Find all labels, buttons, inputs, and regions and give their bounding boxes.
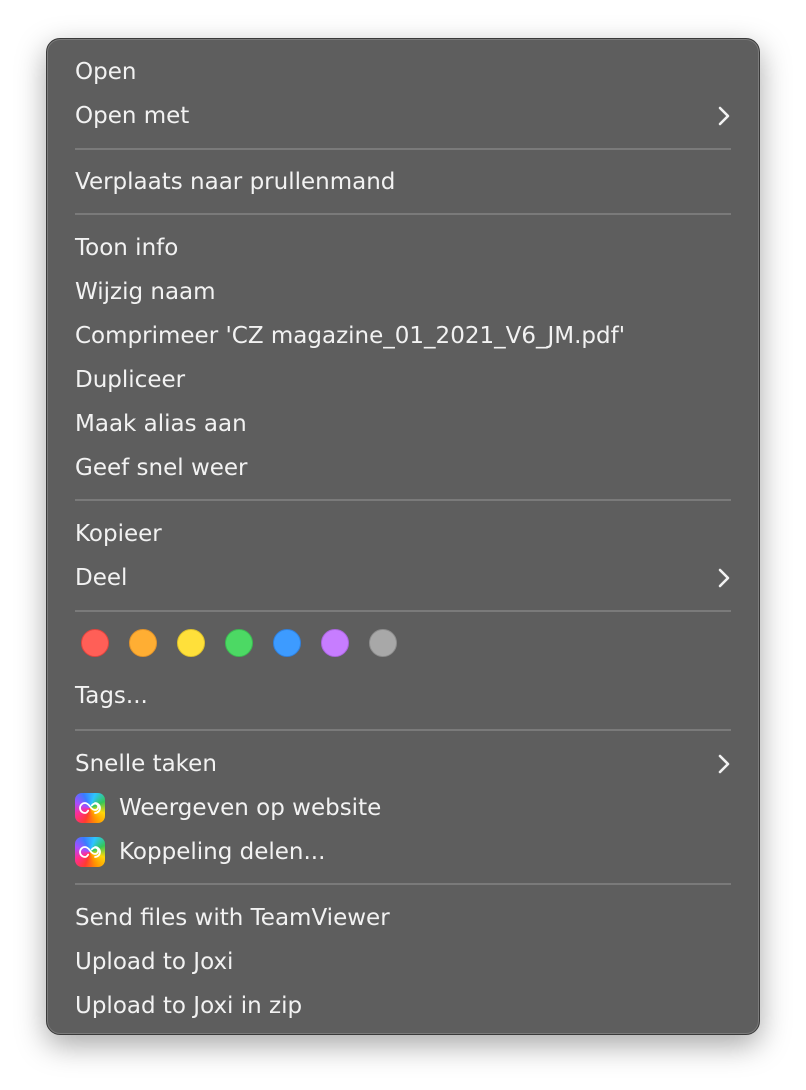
menu-item-move-to-trash[interactable]: Verplaats naar prullenmand [75, 162, 731, 202]
tag-gray[interactable] [369, 629, 397, 657]
menu-separator [75, 213, 731, 215]
menu-item-upload-joxi-zip[interactable]: Upload to Joxi in zip [75, 986, 731, 1026]
menu-item-quick-look[interactable]: Geef snel weer [75, 448, 731, 488]
tag-red[interactable] [81, 629, 109, 657]
menu-item-label: Koppeling delen... [119, 839, 326, 865]
tag-orange[interactable] [129, 629, 157, 657]
creative-cloud-icon [75, 793, 105, 823]
menu-item-label: Open met [75, 103, 190, 129]
menu-separator [75, 729, 731, 731]
menu-item-label: Upload to Joxi [75, 949, 234, 975]
menu-item-label: Send files with TeamViewer [75, 905, 390, 931]
menu-separator [75, 499, 731, 501]
menu-separator [75, 148, 731, 150]
menu-item-label: Comprimeer 'CZ magazine_01_2021_V6_JM.pd… [75, 323, 626, 349]
menu-item-get-info[interactable]: Toon info [75, 228, 731, 268]
tag-yellow[interactable] [177, 629, 205, 657]
menu-item-label: Open [75, 59, 137, 85]
menu-item-label: Kopieer [75, 521, 162, 547]
menu-item-teamviewer[interactable]: Send files with TeamViewer [75, 898, 731, 938]
menu-item-view-on-website[interactable]: Weergeven op website [75, 788, 731, 828]
menu-item-label: Upload to Joxi in zip [75, 993, 303, 1019]
menu-item-tags[interactable]: Tags... [75, 676, 731, 716]
menu-separator [75, 883, 731, 885]
tag-color-row [81, 629, 397, 659]
menu-item-label: Wijzig naam [75, 279, 216, 305]
menu-item-duplicate[interactable]: Dupliceer [75, 360, 731, 400]
menu-separator [75, 610, 731, 612]
menu-item-open-with[interactable]: Open met [75, 96, 731, 136]
menu-item-label: Verplaats naar prullenmand [75, 169, 396, 195]
tag-blue[interactable] [273, 629, 301, 657]
menu-item-label: Tags... [75, 683, 148, 709]
menu-item-compress[interactable]: Comprimeer 'CZ magazine_01_2021_V6_JM.pd… [75, 316, 731, 356]
creative-cloud-icon [75, 837, 105, 867]
tag-purple[interactable] [321, 629, 349, 657]
menu-item-quick-actions[interactable]: Snelle taken [75, 744, 731, 784]
menu-item-label: Geef snel weer [75, 455, 248, 481]
menu-item-share[interactable]: Deel [75, 558, 731, 598]
chevron-right-icon [717, 754, 731, 774]
chevron-right-icon [717, 568, 731, 588]
menu-item-upload-joxi[interactable]: Upload to Joxi [75, 942, 731, 982]
menu-item-share-link[interactable]: Koppeling delen... [75, 832, 731, 872]
menu-item-make-alias[interactable]: Maak alias aan [75, 404, 731, 444]
tag-green[interactable] [225, 629, 253, 657]
menu-item-label: Deel [75, 565, 128, 591]
menu-item-open[interactable]: Open [75, 52, 731, 92]
menu-item-label: Snelle taken [75, 751, 217, 777]
menu-item-copy[interactable]: Kopieer [75, 514, 731, 554]
menu-item-label: Dupliceer [75, 367, 186, 393]
chevron-right-icon [717, 106, 731, 126]
menu-item-label: Maak alias aan [75, 411, 247, 437]
context-menu: Open Open met Verplaats naar prullenmand… [46, 38, 760, 1035]
menu-item-rename[interactable]: Wijzig naam [75, 272, 731, 312]
menu-item-label: Weergeven op website [119, 795, 382, 821]
menu-item-label: Toon info [75, 235, 179, 261]
